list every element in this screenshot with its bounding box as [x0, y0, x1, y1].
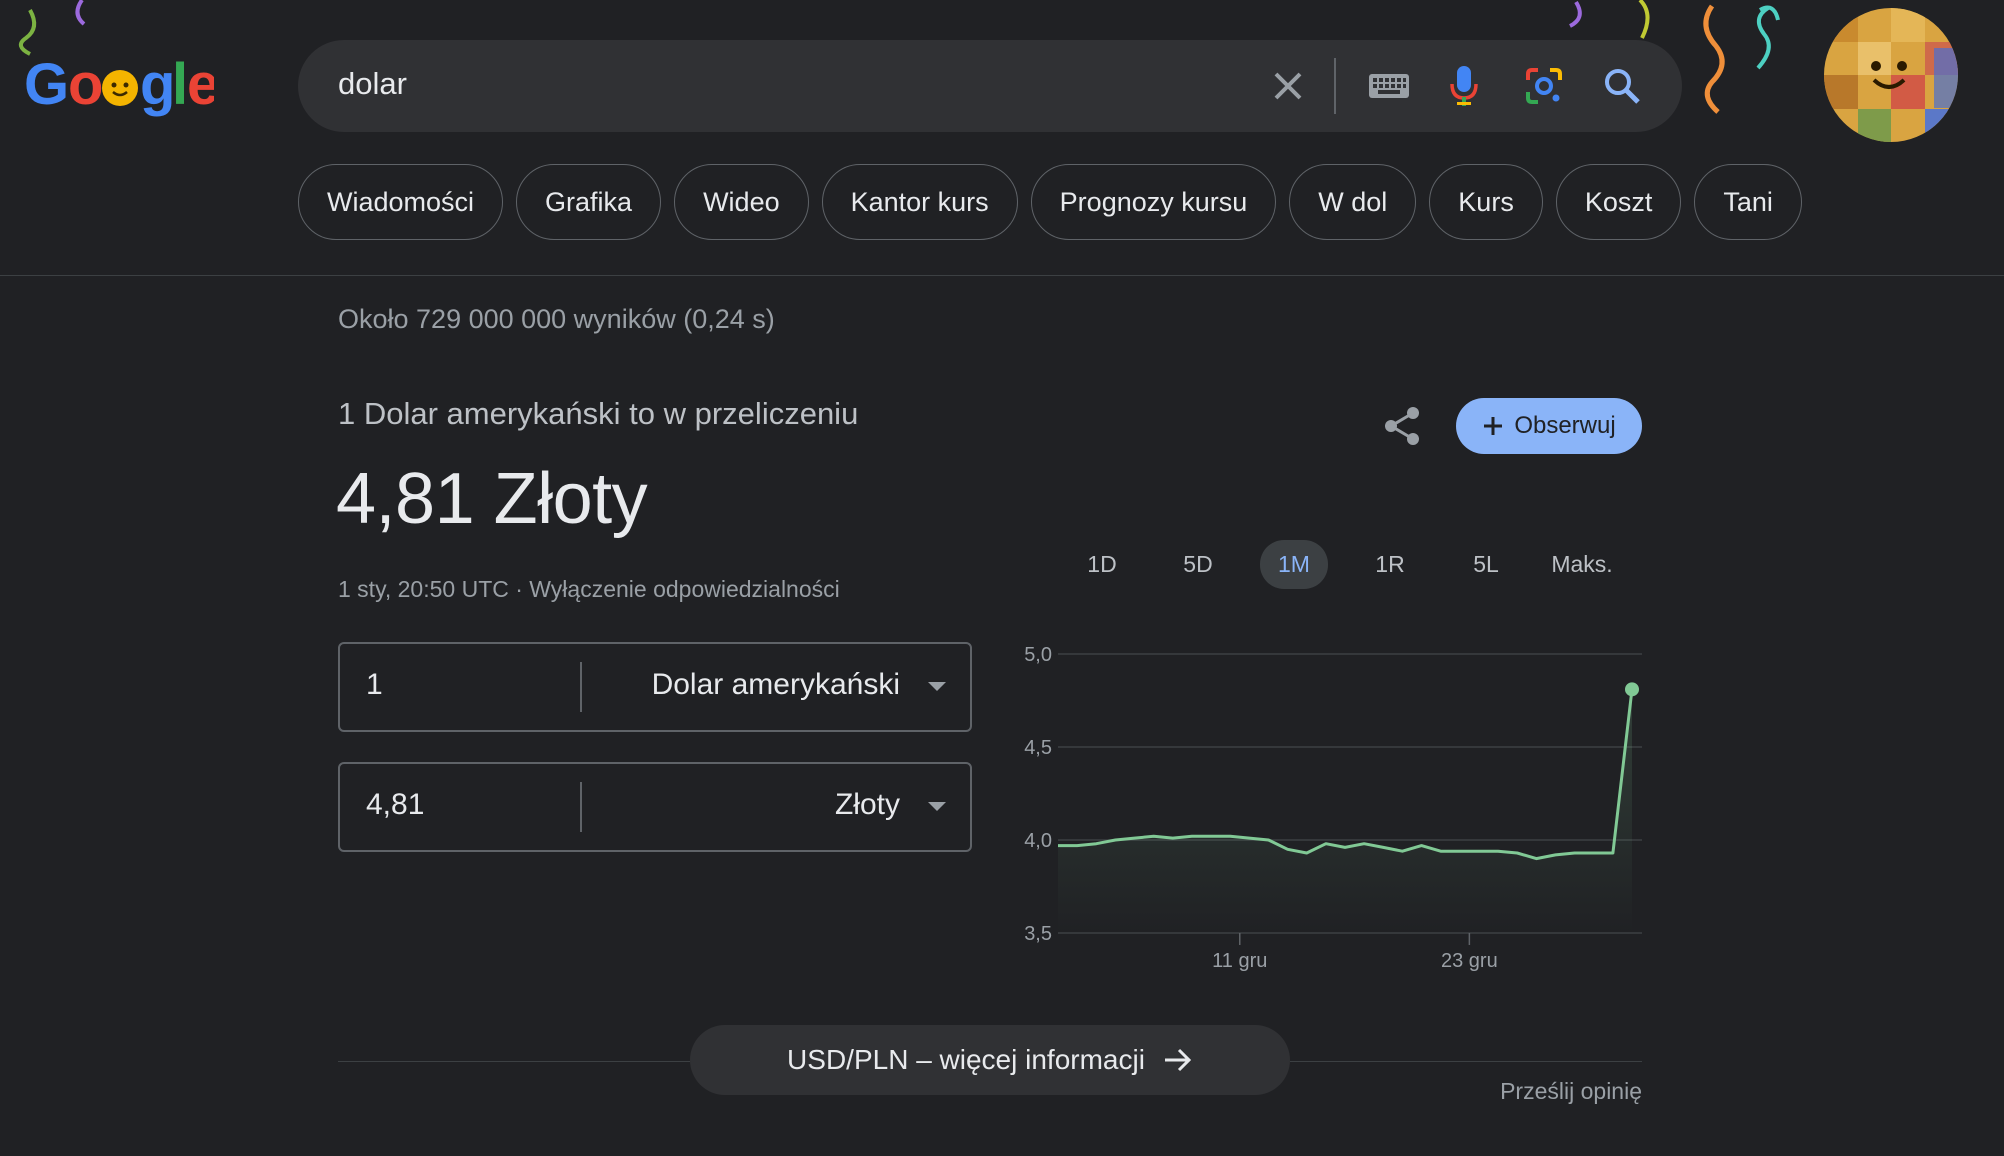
to-currency-box: 4,81 Złoty — [338, 762, 972, 852]
y-tick-label: 3,5 — [1024, 923, 1052, 945]
chip-kurs[interactable]: Kurs — [1429, 164, 1543, 240]
avatar[interactable] — [1824, 8, 1958, 142]
tab-1m[interactable]: 1M — [1246, 539, 1342, 589]
time-range-tabs: 1D 5D 1M 1R 5L Maks. — [1054, 539, 1630, 589]
svg-text:g: g — [140, 52, 175, 117]
plus-icon — [1484, 417, 1503, 435]
header-divider — [0, 275, 2004, 276]
result-stats: Około 729 000 000 wyników (0,24 s) — [338, 304, 775, 334]
conversion-result: 4,81 Złoty — [336, 459, 648, 539]
filter-chips: Wiadomości Grafika Wideo Kantor kurs Pro… — [298, 164, 1802, 244]
lens-icon[interactable] — [1518, 60, 1570, 112]
to-currency-select[interactable]: Złoty — [835, 788, 900, 822]
mic-icon[interactable] — [1438, 60, 1490, 112]
chip-wiadomosci[interactable]: Wiadomości — [298, 164, 504, 240]
tab-5d[interactable]: 5D — [1150, 540, 1246, 588]
chip-prognozy-kursu[interactable]: Prognozy kursu — [1030, 164, 1277, 240]
conversion-label: 1 Dolar amerykański to w przeliczeniu — [338, 396, 859, 431]
share-icon[interactable] — [1374, 398, 1430, 454]
chip-koszt[interactable]: Koszt — [1555, 164, 1682, 240]
tab-label: 5L — [1473, 550, 1499, 577]
divider-line — [338, 1061, 690, 1062]
y-tick-label: 4,5 — [1024, 737, 1052, 759]
box-separator — [580, 662, 582, 712]
exchange-rate-chart[interactable]: 5,0 4,5 4,0 3,5 11 gru 23 gru — [996, 630, 1656, 990]
x-tick-label: 11 gru — [1212, 950, 1267, 972]
y-tick-label: 4,0 — [1024, 830, 1052, 852]
svg-text:e: e — [187, 52, 214, 117]
more-info-label: USD/PLN – więcej informacji — [787, 1044, 1145, 1075]
y-tick-label: 5,0 — [1024, 644, 1052, 666]
tab-label: 5D — [1183, 550, 1213, 577]
tab-1r[interactable]: 1R — [1342, 540, 1438, 588]
update-time-disclaimer[interactable]: 1 sty, 20:50 UTC · Wyłączenie odpowiedzi… — [338, 576, 840, 603]
search-bar: dolar — [298, 40, 1682, 132]
follow-label: Obserwuj — [1514, 412, 1616, 439]
search-icon[interactable] — [1596, 60, 1648, 112]
x-tick-label: 23 gru — [1441, 950, 1498, 972]
feedback-link[interactable]: Prześlij opinię — [1500, 1078, 1642, 1105]
svg-text:l: l — [172, 52, 188, 117]
chip-wideo[interactable]: Wideo — [674, 164, 809, 240]
svg-text:o: o — [68, 52, 103, 117]
chevron-down-icon[interactable] — [928, 802, 946, 811]
to-amount-input[interactable]: 4,81 — [366, 788, 424, 822]
tab-1d[interactable]: 1D — [1054, 540, 1150, 588]
chip-kantor-kurs[interactable]: Kantor kurs — [821, 164, 1018, 240]
tab-label: 1M — [1260, 539, 1328, 589]
chevron-down-icon[interactable] — [928, 682, 946, 691]
google-logo[interactable]: G o g l e — [24, 48, 214, 128]
keyboard-icon[interactable] — [1358, 60, 1420, 112]
close-icon[interactable] — [1262, 60, 1314, 112]
follow-button[interactable]: Obserwuj — [1456, 398, 1642, 454]
more-info-button[interactable]: USD/PLN – więcej informacji — [690, 1025, 1290, 1095]
arrow-right-icon — [1164, 1048, 1192, 1072]
chip-grafika[interactable]: Grafika — [516, 164, 662, 240]
tab-label: 1R — [1375, 550, 1405, 577]
from-amount-input[interactable]: 1 — [366, 668, 383, 702]
tab-maks[interactable]: Maks. — [1534, 540, 1630, 588]
from-currency-box: 1 Dolar amerykański — [338, 642, 972, 732]
search-divider — [1334, 58, 1336, 114]
from-currency-select[interactable]: Dolar amerykański — [652, 668, 900, 702]
chip-tani[interactable]: Tani — [1694, 164, 1802, 240]
search-input[interactable]: dolar — [338, 66, 407, 102]
tab-5l[interactable]: 5L — [1438, 540, 1534, 588]
svg-text:G: G — [24, 52, 69, 117]
series-line — [1058, 689, 1634, 861]
data-point — [1625, 682, 1639, 697]
tab-label: Maks. — [1551, 550, 1613, 577]
tab-label: 1D — [1087, 550, 1117, 577]
divider-line — [1290, 1061, 1642, 1062]
chip-w-dol[interactable]: W dol — [1289, 164, 1417, 240]
series-area — [1058, 689, 1632, 933]
box-separator — [580, 782, 582, 832]
